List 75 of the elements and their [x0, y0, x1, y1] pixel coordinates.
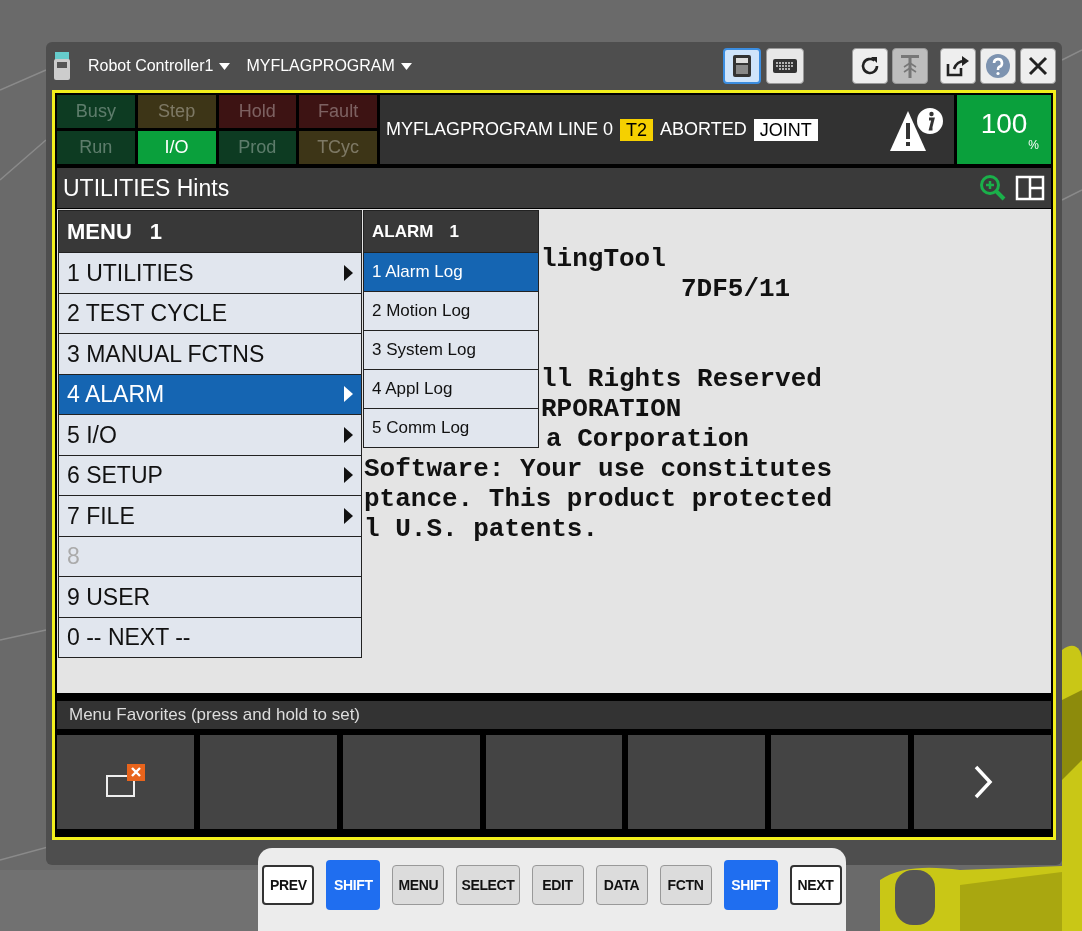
keypad-key[interactable]: EDIT — [531, 865, 584, 905]
refresh-button[interactable] — [852, 48, 888, 84]
export-button[interactable] — [940, 48, 976, 84]
close-button[interactable] — [1020, 48, 1056, 84]
favorite-key[interactable] — [57, 735, 194, 829]
split-view-icon[interactable] — [1015, 175, 1045, 201]
help-icon — [985, 53, 1011, 79]
submenu-arrow-icon — [344, 467, 353, 484]
zoom-in-icon[interactable] — [979, 174, 1007, 202]
submenu-item[interactable]: 5 Comm Log — [364, 408, 538, 447]
pendant-icon — [731, 54, 753, 78]
submenu-arrow-icon — [344, 426, 353, 443]
controller-dropdown[interactable]: Robot Controller1 — [88, 54, 231, 78]
status-indicator: TCyc — [299, 131, 377, 164]
content-text-line: ll Rights Reserved — [541, 364, 822, 394]
override-value: 100 — [980, 108, 1028, 139]
status-indicator: Fault — [299, 95, 377, 128]
coord-badge: JOINT — [753, 118, 818, 141]
submenu-page: 1 — [449, 220, 459, 243]
menu-item[interactable]: 2 TEST CYCLE — [59, 292, 361, 333]
keypad-key[interactable]: SHIFT — [326, 860, 381, 910]
keypad-key[interactable]: NEXT — [789, 865, 842, 905]
status-indicator: Hold — [218, 95, 297, 128]
menu-item[interactable]: 6 SETUP — [59, 454, 361, 495]
override-unit: % — [1028, 138, 1039, 151]
status-indicator: Busy — [57, 95, 135, 128]
menu-item[interactable]: 7 FILE — [59, 495, 361, 536]
menu-item[interactable]: 3 MANUAL FCTNS — [59, 333, 361, 374]
content-text-line: ptance. This product protected — [364, 484, 833, 514]
submenu-item[interactable]: 3 System Log — [364, 330, 538, 369]
submenu-item[interactable]: 4 Appl Log — [364, 369, 538, 408]
submenu-item[interactable]: 1 Alarm Log — [364, 252, 538, 291]
menu-item[interactable]: 0 -- NEXT -- — [59, 616, 361, 657]
keyboard-icon — [772, 58, 798, 74]
keypad-key[interactable]: DATA — [595, 865, 648, 905]
status-indicator: Prod — [218, 131, 297, 164]
menu-item[interactable]: 4 ALARM — [59, 373, 361, 414]
submenu-arrow-icon — [344, 386, 353, 403]
menu-title: MENU — [67, 218, 132, 246]
keypad-key[interactable]: SHIFT — [723, 860, 778, 910]
export-icon — [945, 54, 971, 78]
content-text-line: l U.S. patents. — [364, 514, 599, 544]
screen-title: UTILITIES Hints — [63, 173, 230, 203]
submenu-title: ALARM — [372, 220, 434, 243]
favorites-label: Menu Favorites (press and hold to set) — [69, 704, 361, 727]
keypad-key[interactable]: MENU — [392, 865, 445, 905]
menu-page: 1 — [149, 218, 163, 246]
view-toggle-button[interactable] — [766, 48, 804, 84]
keypad-key[interactable]: SELECT — [456, 865, 520, 905]
view-toggle-button[interactable] — [723, 48, 761, 84]
status-indicator: I/O — [137, 131, 216, 164]
pendant-icon — [52, 50, 72, 82]
submenu-item[interactable]: 2 Motion Log — [364, 291, 538, 330]
keypad-key[interactable]: FCTN — [659, 865, 712, 905]
status-indicator: Run — [57, 131, 135, 164]
status-indicator: Step — [137, 95, 216, 128]
program-dropdown[interactable]: MYFLAGPROGRAM — [246, 54, 412, 78]
close-icon — [1027, 55, 1049, 77]
program-line-text: MYFLAGPROGRAM LINE 0 — [386, 118, 614, 141]
mode-badge: T2 — [620, 118, 654, 141]
menu-item[interactable]: 9 USER — [59, 576, 361, 617]
content-text-line: Software: Your use constitutes — [364, 454, 833, 484]
jog-icon — [899, 53, 921, 79]
submenu-arrow-icon — [344, 264, 353, 281]
program-state-text: ABORTED — [660, 118, 747, 141]
content-text-line: a Corporation — [546, 424, 749, 454]
caret-icon — [400, 62, 412, 70]
menu-item[interactable]: 1 UTILITIES — [59, 252, 361, 293]
content-text-line: RPORATION — [541, 394, 682, 424]
keypad-key[interactable]: PREV — [262, 865, 315, 905]
content-text-line: lingTool — [541, 244, 666, 274]
submenu-arrow-icon — [344, 507, 353, 524]
menu-item[interactable]: 5 I/O — [59, 414, 361, 455]
content-text-line: 7DF5/11 — [681, 274, 791, 304]
caret-icon — [219, 62, 231, 70]
